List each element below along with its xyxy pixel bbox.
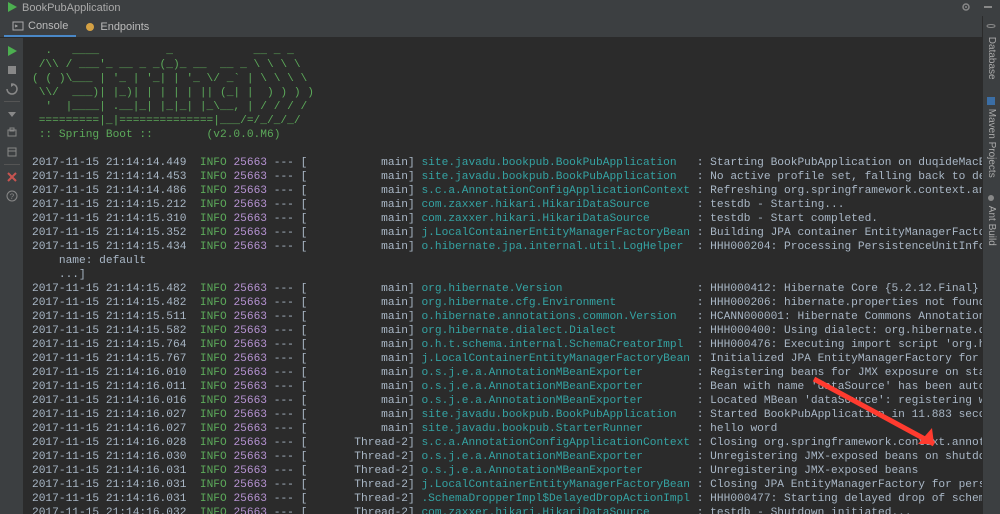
- log-line: 2017-11-15 21:14:15.764 INFO 25663 --- […: [32, 338, 974, 352]
- maven-icon: [986, 96, 997, 106]
- log-line: 2017-11-15 21:14:15.310 INFO 25663 --- […: [32, 212, 974, 226]
- log-line: 2017-11-15 21:14:16.010 INFO 25663 --- […: [32, 366, 974, 380]
- help-button[interactable]: ?: [3, 187, 21, 205]
- log-line: 2017-11-15 21:14:14.453 INFO 25663 --- […: [32, 170, 974, 184]
- log-line: 2017-11-15 21:14:16.027 INFO 25663 --- […: [32, 408, 974, 422]
- console-output[interactable]: . ____ _ __ _ _ /\\ / ___'_ __ _ _(_)_ _…: [24, 38, 982, 514]
- side-tab-database[interactable]: Database: [984, 16, 999, 88]
- side-tab-database-label: Database: [986, 37, 997, 80]
- log-line: 2017-11-15 21:14:16.011 INFO 25663 --- […: [32, 380, 974, 394]
- side-tab-maven[interactable]: Maven Projects: [984, 88, 999, 186]
- log-line: 2017-11-15 21:14:15.767 INFO 25663 --- […: [32, 352, 974, 366]
- gear-icon[interactable]: [960, 1, 972, 16]
- run-icon: [6, 1, 18, 16]
- right-tool-tabs: Database Maven Projects Ant Build: [982, 16, 1000, 514]
- minimize-icon[interactable]: [982, 1, 994, 16]
- svg-text:?: ?: [9, 193, 14, 202]
- spring-banner: . ____ _ __ _ _ /\\ / ___'_ __ _ _(_)_ _…: [32, 44, 974, 142]
- log-line: 2017-11-15 21:14:15.434 INFO 25663 --- […: [32, 240, 974, 254]
- tab-console[interactable]: Console: [4, 17, 76, 37]
- console-icon: [12, 20, 24, 32]
- console-gutter: ?: [0, 38, 24, 514]
- log-line: 2017-11-15 21:14:15.352 INFO 25663 --- […: [32, 226, 974, 240]
- log-continuation: ...]: [32, 268, 974, 282]
- log-line: 2017-11-15 21:14:15.212 INFO 25663 --- […: [32, 198, 974, 212]
- tab-endpoints-label: Endpoints: [100, 21, 149, 33]
- tab-console-label: Console: [28, 20, 68, 32]
- log-line: 2017-11-15 21:14:15.482 INFO 25663 --- […: [32, 296, 974, 310]
- log-line: 2017-11-15 21:14:16.032 INFO 25663 --- […: [32, 506, 974, 514]
- log-line: 2017-11-15 21:14:14.449 INFO 25663 --- […: [32, 156, 974, 170]
- side-tab-ant[interactable]: Ant Build: [984, 185, 999, 254]
- tool-window-header: BookPubApplication: [0, 0, 1000, 16]
- log-line: 2017-11-15 21:14:15.582 INFO 25663 --- […: [32, 324, 974, 338]
- log-line: 2017-11-15 21:14:16.028 INFO 25663 --- […: [32, 436, 974, 450]
- ant-icon: [986, 193, 997, 203]
- endpoints-icon: [84, 21, 96, 33]
- log-line: 2017-11-15 21:14:16.031 INFO 25663 --- […: [32, 464, 974, 478]
- log-line: 2017-11-15 21:14:16.027 INFO 25663 --- […: [32, 422, 974, 436]
- log-line: 2017-11-15 21:14:16.031 INFO 25663 --- […: [32, 478, 974, 492]
- tool-window-title: BookPubApplication: [22, 2, 120, 14]
- rerun-button[interactable]: [3, 42, 21, 60]
- log-line: 2017-11-15 21:14:14.486 INFO 25663 --- […: [32, 184, 974, 198]
- log-line: 2017-11-15 21:14:15.511 INFO 25663 --- […: [32, 310, 974, 324]
- log-line: 2017-11-15 21:14:16.030 INFO 25663 --- […: [32, 450, 974, 464]
- print-button[interactable]: [3, 124, 21, 142]
- log-line: 2017-11-15 21:14:16.031 INFO 25663 --- […: [32, 492, 974, 506]
- scroll-down-button[interactable]: [3, 105, 21, 123]
- tab-endpoints[interactable]: Endpoints: [76, 18, 157, 36]
- log-line: 2017-11-15 21:14:16.016 INFO 25663 --- […: [32, 394, 974, 408]
- stop-button[interactable]: [3, 61, 21, 79]
- database-icon: [986, 24, 997, 34]
- close-button[interactable]: [3, 168, 21, 186]
- log-line: 2017-11-15 21:14:15.482 INFO 25663 --- […: [32, 282, 974, 296]
- side-tab-maven-label: Maven Projects: [986, 108, 997, 177]
- log-continuation: name: default: [32, 254, 974, 268]
- output-button[interactable]: [3, 143, 21, 161]
- run-tabs: Console Endpoints: [0, 16, 982, 38]
- side-tab-ant-label: Ant Build: [986, 206, 997, 246]
- update-button[interactable]: [3, 80, 21, 98]
